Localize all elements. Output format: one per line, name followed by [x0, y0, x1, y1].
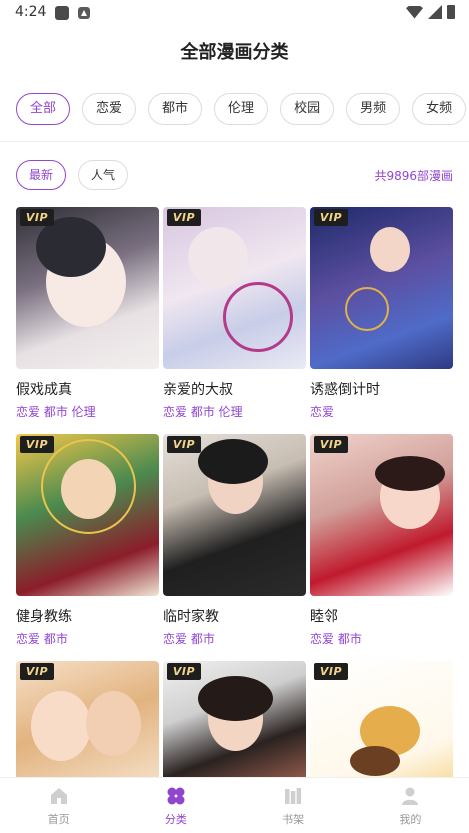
nav-profile[interactable]: 我的 [352, 778, 469, 833]
comic-tags: 恋爱 都市 [16, 632, 68, 646]
total-count: 共9896部漫画 [374, 169, 453, 183]
cover-hair [198, 439, 268, 484]
nav-category[interactable]: 分类 [117, 778, 234, 833]
vip-badge: VIP [314, 209, 348, 226]
nav-bookshelf[interactable]: 书架 [235, 778, 352, 833]
vip-badge: VIP [167, 209, 201, 226]
bottom-nav: 首页 分类 书架 我的 [0, 777, 469, 833]
comic-grid: VIP 假戏成真 恋爱 都市 伦理 VIP 亲爱的大叔 恋爱 都市 伦理 VIP… [16, 207, 456, 833]
category-chip-campus[interactable]: 校园 [280, 93, 335, 125]
category-chip-urban[interactable]: 都市 [148, 93, 203, 125]
category-chip-romance[interactable]: 恋爱 [82, 93, 137, 125]
status-time: 4:24 [15, 4, 47, 20]
comic-card[interactable]: VIP 临时家教 恋爱 都市 [163, 434, 306, 646]
comic-tags: 恋爱 都市 [310, 632, 362, 646]
vip-badge: VIP [314, 436, 348, 453]
cover-hair [198, 676, 273, 721]
comic-tags: 恋爱 都市 伦理 [16, 405, 96, 419]
category-chip-ethics[interactable]: 伦理 [214, 93, 269, 125]
sort-row: 最新 人气 [16, 160, 129, 190]
cover-figure [188, 227, 248, 287]
divider [0, 141, 469, 142]
profile-icon [402, 787, 419, 805]
comic-title[interactable]: 假戏成真 [16, 379, 159, 399]
vip-badge: VIP [20, 663, 54, 680]
vip-badge: VIP [314, 663, 348, 680]
cover-figure [370, 227, 410, 272]
sort-popular-button[interactable]: 人气 [78, 160, 129, 190]
sort-latest-button[interactable]: 最新 [16, 160, 67, 190]
comic-title[interactable]: 健身教练 [16, 606, 159, 626]
cover-title-art [223, 282, 293, 352]
page-title: 全部漫画分类 [180, 42, 289, 63]
cover-guitar [350, 746, 400, 776]
signal-icon [428, 5, 442, 19]
comic-title[interactable]: 睦邻 [310, 606, 453, 626]
nav-category-label: 分类 [164, 813, 187, 826]
comic-tags: 恋爱 [310, 405, 335, 419]
battery-icon [447, 5, 455, 19]
notification-icon [55, 6, 69, 20]
comic-cover[interactable]: VIP [163, 207, 306, 369]
comic-title[interactable]: 临时家教 [163, 606, 306, 626]
wifi-icon [406, 5, 423, 19]
comic-cover[interactable]: VIP [310, 434, 453, 596]
status-bar: 4:24 [0, 0, 469, 26]
comic-card[interactable]: VIP 诱惑倒计时 恋爱 [310, 207, 453, 419]
comic-cover[interactable]: VIP [16, 434, 159, 596]
nav-home[interactable]: 首页 [0, 778, 117, 833]
comic-title[interactable]: 亲爱的大叔 [163, 379, 306, 399]
vip-badge: VIP [20, 209, 54, 226]
vip-badge: VIP [20, 436, 54, 453]
comic-tags: 恋爱 都市 [163, 632, 215, 646]
comic-tags: 恋爱 都市 伦理 [163, 405, 243, 419]
status-indicators [406, 5, 455, 19]
category-filter-row: 全部 恋爱 都市 伦理 校园 男频 女频 [16, 93, 467, 125]
comic-cover[interactable]: VIP [310, 207, 453, 369]
category-chip-all[interactable]: 全部 [16, 93, 71, 125]
nav-bookshelf-label: 书架 [282, 813, 305, 826]
cover-figure [61, 459, 116, 519]
nav-profile-label: 我的 [399, 813, 422, 826]
nav-home-label: 首页 [47, 813, 70, 826]
cover-hair [375, 456, 445, 491]
comic-cover[interactable]: VIP [16, 207, 159, 369]
vip-badge: VIP [167, 663, 201, 680]
comic-cover[interactable]: VIP [163, 434, 306, 596]
app-notification-icon [78, 7, 90, 19]
home-icon [50, 788, 67, 804]
category-chip-male[interactable]: 男频 [346, 93, 401, 125]
comic-card[interactable]: VIP 健身教练 恋爱 都市 [16, 434, 159, 646]
cover-figure [86, 691, 141, 756]
category-chip-female[interactable]: 女频 [412, 93, 467, 125]
cover-mirror [345, 287, 389, 331]
comic-card[interactable]: VIP 亲爱的大叔 恋爱 都市 伦理 [163, 207, 306, 419]
bookshelf-icon [285, 788, 302, 804]
comic-card[interactable]: VIP 睦邻 恋爱 都市 [310, 434, 453, 646]
cover-figure [31, 691, 91, 761]
cover-hair [36, 217, 106, 277]
comic-title[interactable]: 诱惑倒计时 [310, 379, 453, 399]
comic-card[interactable]: VIP 假戏成真 恋爱 都市 伦理 [16, 207, 159, 419]
category-icon [167, 787, 185, 805]
vip-badge: VIP [167, 436, 201, 453]
